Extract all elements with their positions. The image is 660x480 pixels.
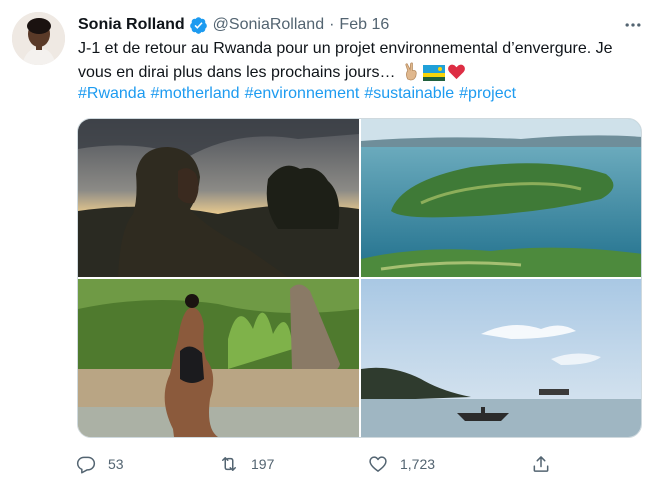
tweet-date[interactable]: Feb 16: [339, 16, 389, 34]
retweet-button[interactable]: 197: [219, 451, 274, 477]
author-handle[interactable]: @SoniaRolland: [213, 16, 324, 34]
tweet-header: Sonia Rolland @SoniaRolland · Feb 16: [78, 14, 389, 36]
avatar[interactable]: [12, 12, 65, 65]
hashtag-list: #Rwanda #motherland #environnement #sustain…: [78, 83, 521, 105]
photo-island-aerial-lake-image: [361, 119, 641, 277]
media-grid: [77, 118, 642, 438]
hashtag-link[interactable]: #environnement: [245, 85, 360, 102]
photo-island-aerial-lake[interactable]: [361, 119, 641, 277]
like-button[interactable]: 1,723: [368, 451, 435, 477]
hashtag-link[interactable]: #project: [459, 85, 516, 102]
reply-icon: [76, 456, 96, 474]
retweet-icon: [222, 457, 236, 471]
hashtag-link[interactable]: #sustainable: [364, 85, 454, 102]
photo-woman-hood-sunset[interactable]: [78, 119, 359, 277]
more-options-button[interactable]: [622, 14, 644, 36]
victory-hand-emoji-icon: [405, 62, 417, 81]
heart-icon: [369, 456, 387, 472]
tweet-text: J-1 et de retour au Rwanda pour un proje…: [78, 37, 648, 85]
retweet-count: 197: [251, 456, 275, 472]
photo-woman-swimsuit-sand-image: [78, 279, 359, 437]
author-name[interactable]: Sonia Rolland: [78, 16, 185, 34]
red-heart-emoji-icon: [448, 64, 465, 80]
like-count: 1,723: [400, 456, 436, 472]
avatar-image: [12, 12, 65, 65]
hashtag-link[interactable]: #motherland: [151, 85, 240, 102]
share-icon: [533, 456, 549, 472]
rwanda-flag-emoji-icon: [422, 65, 445, 81]
photo-lake-canoe-hills[interactable]: [361, 279, 641, 437]
share-button[interactable]: [531, 451, 551, 477]
separator-dot: ·: [329, 16, 335, 33]
hashtag-link[interactable]: #Rwanda: [78, 85, 146, 102]
reply-count: 53: [108, 456, 124, 472]
tweet-body-text: J-1 et de retour au Rwanda pour un proje…: [78, 40, 613, 81]
photo-woman-hood-sunset-image: [78, 119, 359, 277]
photo-woman-swimsuit-sand[interactable]: [78, 279, 359, 437]
reply-button[interactable]: 53: [76, 451, 124, 477]
photo-lake-canoe-hills-image: [361, 279, 641, 437]
tweet-action-bar: 53 197 1,723: [76, 451, 556, 477]
more-dots-icon: [625, 23, 641, 27]
verified-badge-icon: [189, 16, 207, 34]
